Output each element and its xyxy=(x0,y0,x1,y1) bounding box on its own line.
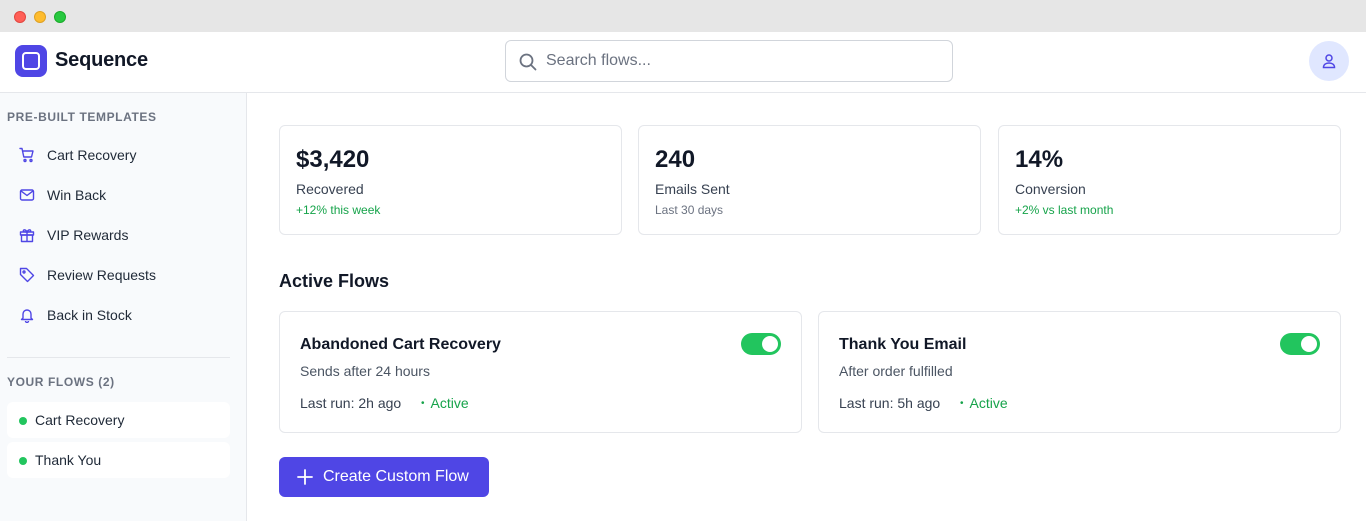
bell-icon xyxy=(20,309,34,323)
template-item-cart-recovery[interactable]: Cart Recovery xyxy=(7,137,230,173)
template-label: Back in Stock xyxy=(47,307,132,323)
user-avatar-button[interactable] xyxy=(1309,41,1349,81)
stat-card-recovered: $3,420 Recovered +12% this week xyxy=(279,125,622,235)
stat-value: $3,420 xyxy=(296,146,370,173)
flow-status: Active xyxy=(960,395,1008,411)
flow-toggle[interactable] xyxy=(1280,333,1320,355)
minimize-window-button[interactable] xyxy=(34,11,46,23)
templates-heading: PRE-BUILT TEMPLATES xyxy=(7,110,157,124)
flow-name: Thank You Email xyxy=(839,336,967,353)
template-item-review-requests[interactable]: Review Requests xyxy=(7,257,230,293)
template-label: VIP Rewards xyxy=(47,227,129,243)
sidebar: PRE-BUILT TEMPLATES Cart Recovery Win Ba… xyxy=(0,93,247,521)
stat-subtext: +2% vs last month xyxy=(1015,203,1114,217)
cart-icon xyxy=(19,147,34,163)
template-item-win-back[interactable]: Win Back xyxy=(7,177,230,213)
flow-last-run: Last run: 5h ago xyxy=(839,395,941,411)
brand-name: Sequence xyxy=(55,49,148,71)
stat-label: Recovered xyxy=(296,181,364,197)
template-label: Win Back xyxy=(47,187,107,203)
flow-description: After order fulfilled xyxy=(839,363,953,379)
active-flows-title: Active Flows xyxy=(279,271,390,291)
flow-description: Sends after 24 hours xyxy=(300,363,430,379)
logo-icon xyxy=(15,45,47,77)
search-input[interactable] xyxy=(546,41,942,81)
stat-label: Emails Sent xyxy=(655,181,730,197)
user-icon xyxy=(1322,54,1336,69)
template-label: Review Requests xyxy=(47,267,156,283)
stat-subtext: +12% this week xyxy=(296,203,381,217)
sidebar-divider xyxy=(7,357,230,358)
flow-item-thank-you[interactable]: Thank You xyxy=(7,442,230,478)
mail-icon xyxy=(19,189,35,201)
stat-card-emails-sent: 240 Emails Sent Last 30 days xyxy=(638,125,981,235)
create-button-label: Create Custom Flow xyxy=(323,468,469,485)
flows-heading: YOUR FLOWS (2) xyxy=(7,375,115,389)
create-custom-flow-button[interactable]: Create Custom Flow xyxy=(279,457,489,497)
app-window: Sequence PRE-BUILT TEMPLATES Cart Recove… xyxy=(0,0,1366,521)
flow-card-abandoned-cart[interactable]: Abandoned Cart Recovery Sends after 24 h… xyxy=(279,311,802,433)
flow-toggle[interactable] xyxy=(741,333,781,355)
search-box[interactable] xyxy=(505,40,953,82)
stat-subtext: Last 30 days xyxy=(655,203,724,217)
close-window-button[interactable] xyxy=(14,11,26,23)
stat-value: 14% xyxy=(1015,146,1064,173)
status-dot xyxy=(19,417,27,425)
template-item-vip-rewards[interactable]: VIP Rewards xyxy=(7,217,230,253)
gift-icon xyxy=(19,229,35,243)
maximize-window-button[interactable] xyxy=(54,11,66,23)
template-label: Cart Recovery xyxy=(47,147,137,163)
flow-last-run: Last run: 2h ago xyxy=(300,395,402,411)
status-dot xyxy=(19,457,27,465)
flow-label: Cart Recovery xyxy=(35,412,125,428)
main-content: $3,420 Recovered +12% this week 240 Emai… xyxy=(247,93,1366,521)
flow-label: Thank You xyxy=(35,452,102,468)
title-bar xyxy=(0,0,1366,32)
search-icon xyxy=(519,53,537,71)
flow-name: Abandoned Cart Recovery xyxy=(300,336,501,353)
flow-item-cart-recovery[interactable]: Cart Recovery xyxy=(7,402,230,438)
stat-card-conversion: 14% Conversion +2% vs last month xyxy=(998,125,1341,235)
template-item-back-in-stock[interactable]: Back in Stock xyxy=(7,297,230,333)
tag-icon xyxy=(19,267,35,283)
plus-icon xyxy=(297,469,313,485)
stat-value: 240 xyxy=(655,146,696,173)
stat-label: Conversion xyxy=(1015,181,1086,197)
app-header: Sequence xyxy=(0,32,1366,93)
flow-card-thank-you-email[interactable]: Thank You Email After order fulfilled La… xyxy=(818,311,1341,433)
flow-status: Active xyxy=(421,395,469,411)
